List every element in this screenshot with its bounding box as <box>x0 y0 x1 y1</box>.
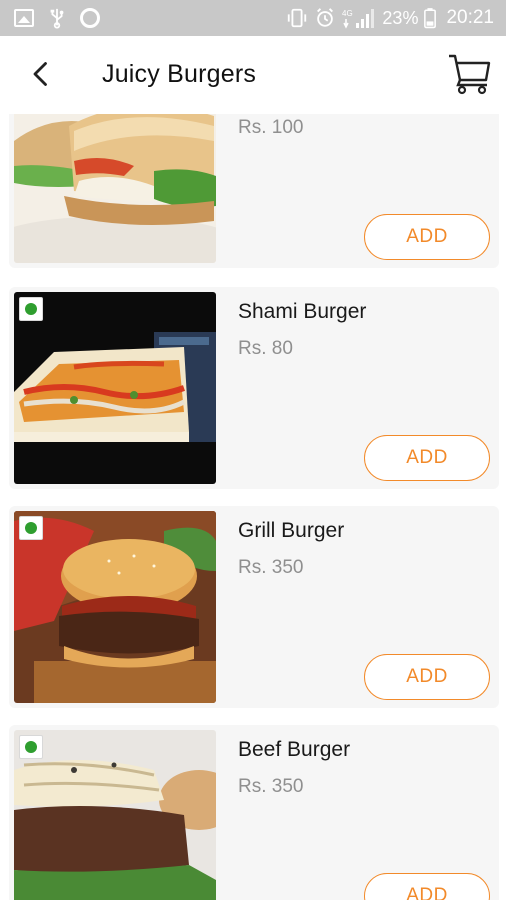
status-right-icons: 4G 23% 20:21 <box>286 7 494 29</box>
product-card: Rs. 100 ADD <box>9 114 499 268</box>
product-image-sandwich <box>14 114 216 263</box>
gallery-notification-icon <box>14 9 34 27</box>
product-price: Rs. 80 <box>238 338 293 359</box>
status-left-icons <box>14 7 100 29</box>
product-name: Beef Burger <box>238 738 351 761</box>
usb-icon <box>50 8 64 29</box>
product-name: Shami Burger <box>238 300 367 323</box>
product-name: Grill Burger <box>238 519 345 542</box>
status-bar: 4G 23% 20:21 <box>0 0 506 36</box>
product-image-shami-burger <box>14 292 216 484</box>
add-button[interactable]: ADD <box>364 214 490 260</box>
product-list[interactable]: Rs. 100 ADD Shami Burger Rs. 80 ADD Gril… <box>0 114 506 900</box>
battery-icon <box>424 8 437 29</box>
app-bar: Juicy Burgers <box>0 36 506 114</box>
product-card: Beef Burger Rs. 350 ADD <box>9 725 499 900</box>
cart-button[interactable] <box>446 50 492 96</box>
page-title: Juicy Burgers <box>102 60 257 88</box>
vibrate-icon <box>288 8 307 28</box>
sync-circle-icon <box>80 8 100 28</box>
add-button[interactable]: ADD <box>364 654 490 700</box>
shopping-cart-icon <box>449 54 491 95</box>
arrow-left-icon <box>33 62 47 86</box>
product-price: Rs. 350 <box>238 557 304 578</box>
veg-indicator-icon <box>19 297 43 321</box>
back-button[interactable] <box>22 54 62 94</box>
product-price: Rs. 350 <box>238 776 304 797</box>
product-card: Shami Burger Rs. 80 ADD <box>9 287 499 489</box>
status-time: 20:21 <box>446 7 494 28</box>
product-price: Rs. 100 <box>238 117 304 138</box>
alarm-icon <box>317 8 334 27</box>
svg-text:4G: 4G <box>342 9 353 18</box>
signal-icon: 4G <box>342 9 375 29</box>
product-card: Grill Burger Rs. 350 ADD <box>9 506 499 708</box>
add-button[interactable]: ADD <box>364 435 490 481</box>
add-button[interactable]: ADD <box>364 873 490 900</box>
battery-percent: 23% <box>382 7 419 28</box>
product-image-grill-burger <box>14 511 216 703</box>
product-image-beef-burger <box>14 730 216 900</box>
veg-indicator-icon <box>19 516 43 540</box>
veg-indicator-icon <box>19 735 43 759</box>
